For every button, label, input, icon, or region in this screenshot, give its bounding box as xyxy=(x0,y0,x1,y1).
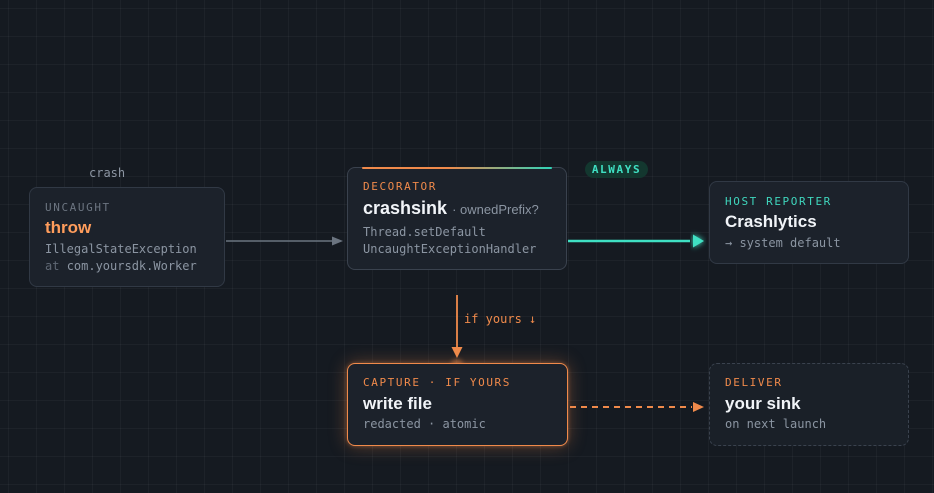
node-detail: on next launch xyxy=(725,417,827,431)
node-eyebrow: HOST REPORTER xyxy=(725,195,832,208)
node-title: your sink xyxy=(725,394,801,413)
node-detail: Thread.setDefault UncaughtExceptionHandl… xyxy=(363,224,536,258)
node-deliver[interactable]: DELIVER your sink on next launch xyxy=(709,363,909,446)
handler-line-2: UncaughtExceptionHandler xyxy=(363,242,537,256)
node-title: write file xyxy=(363,394,432,413)
always-badge: ALWAYS xyxy=(585,161,648,178)
node-host-reporter[interactable]: HOST REPORTER Crashlytics → system defau… xyxy=(709,181,909,264)
exception-type: IllegalStateException xyxy=(45,242,197,256)
node-title-hint: · ownedPrefix? xyxy=(452,202,539,217)
node-eyebrow: UNCAUGHT xyxy=(45,201,111,214)
node-title-text: crashsink xyxy=(363,198,448,218)
stack-frame: at com.yoursdk.Worker xyxy=(45,258,197,275)
node-detail: IllegalStateException at com.yoursdk.Wor… xyxy=(45,241,197,275)
node-eyebrow: CAPTURE · IF YOURS xyxy=(363,376,512,389)
node-title: Crashlytics xyxy=(725,212,817,231)
node-detail: → system default xyxy=(725,236,841,250)
if-yours-edge-label: if yours ↓ xyxy=(464,312,537,326)
edge-throw-to-decorator xyxy=(226,236,343,246)
node-decorator[interactable]: DECORATOR crashsink · ownedPrefix? Threa… xyxy=(347,167,567,270)
crash-edge-label: crash xyxy=(89,166,126,180)
edge-capture-to-deliver xyxy=(570,402,704,412)
node-detail: redacted · atomic xyxy=(363,417,486,431)
edge-decorator-to-host xyxy=(568,234,704,248)
handler-line-1: Thread.setDefault xyxy=(363,225,486,239)
node-eyebrow: DELIVER xyxy=(725,376,783,389)
node-capture[interactable]: CAPTURE · IF YOURS write file redacted ·… xyxy=(347,363,568,446)
stack-frame-class: com.yoursdk.Worker xyxy=(66,259,197,273)
edge-decorator-to-capture xyxy=(451,295,463,371)
decorator-accent-bar xyxy=(362,167,552,169)
node-eyebrow: DECORATOR xyxy=(363,180,438,193)
node-title: throw xyxy=(45,218,92,237)
node-uncaught[interactable]: UNCAUGHT throw IllegalStateException at … xyxy=(29,187,225,287)
node-title: crashsink · ownedPrefix? xyxy=(363,198,539,219)
stack-frame-prefix: at xyxy=(45,259,60,273)
